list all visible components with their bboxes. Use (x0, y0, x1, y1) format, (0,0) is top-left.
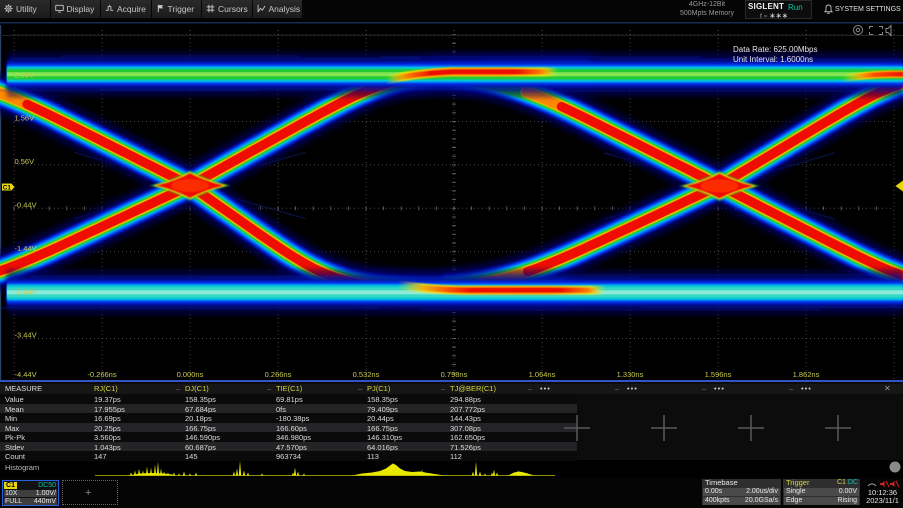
svg-text:0.000ns: 0.000ns (177, 370, 204, 379)
svg-text:1.330ns: 1.330ns (617, 370, 644, 379)
svg-text:-3.44V: -3.44V (15, 331, 37, 340)
svg-text:0.798ns: 0.798ns (441, 370, 468, 379)
svg-text:2.56V: 2.56V (15, 70, 35, 79)
svg-text:1.862ns: 1.862ns (793, 370, 820, 379)
svg-text:-2.44V: -2.44V (15, 287, 37, 296)
svg-text:0.266ns: 0.266ns (265, 370, 292, 379)
svg-text:-1.44V: -1.44V (15, 244, 37, 253)
svg-text:1.56V: 1.56V (15, 114, 35, 123)
svg-text:0.56V: 0.56V (15, 157, 35, 166)
svg-text:Unit Interval: 1.6000ns: Unit Interval: 1.6000ns (733, 55, 813, 64)
svg-text:-0.44V: -0.44V (15, 201, 37, 210)
svg-text:Data Rate: 625.00Mbps: Data Rate: 625.00Mbps (733, 45, 818, 54)
svg-text:1.596ns: 1.596ns (705, 370, 732, 379)
svg-text:-4.44V: -4.44V (15, 370, 37, 379)
svg-text:C1: C1 (3, 184, 12, 191)
svg-text:0.532ns: 0.532ns (353, 370, 380, 379)
svg-text:-0.266ns: -0.266ns (87, 370, 116, 379)
svg-text:1.064ns: 1.064ns (529, 370, 556, 379)
